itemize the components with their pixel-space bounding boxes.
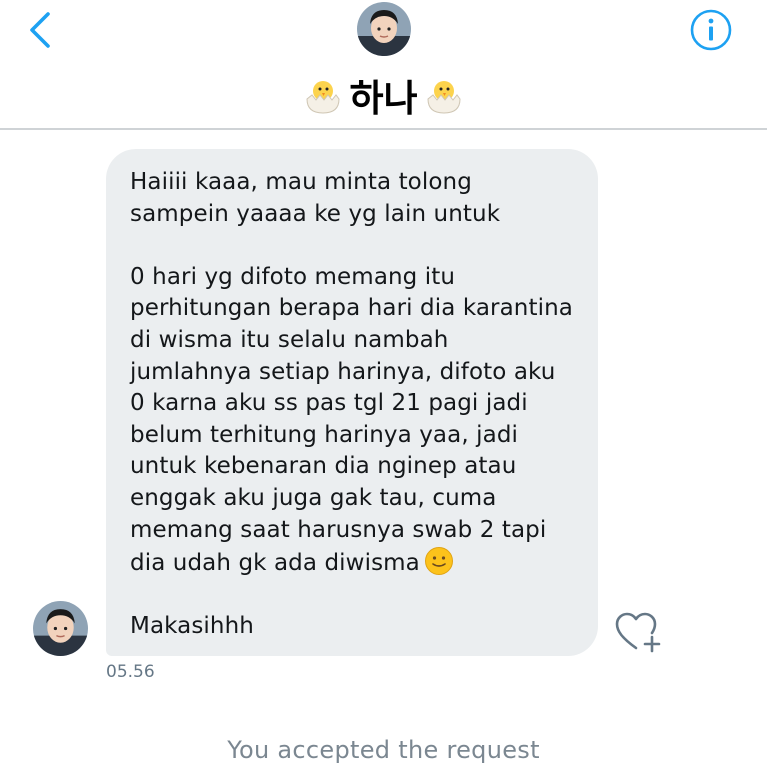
react-button[interactable] — [614, 610, 664, 654]
message-timestamp: 05.56 — [106, 662, 155, 682]
title-text: 하나 — [349, 78, 418, 119]
back-button[interactable] — [22, 8, 62, 52]
hatching-chick-icon — [427, 81, 461, 114]
header-avatar[interactable] — [357, 2, 411, 56]
avatar-image — [33, 601, 88, 656]
hatching-chick-icon — [306, 81, 340, 114]
slightly-smiling-face-icon — [424, 547, 453, 576]
info-icon — [690, 9, 732, 51]
request-status-text: You accepted the request — [227, 736, 540, 764]
avatar-image — [357, 2, 411, 56]
header-divider — [0, 128, 767, 130]
message-text: Haiiii kaaa, mau minta tolong sampein ya… — [130, 167, 574, 643]
message-closing: Makasihhh — [130, 613, 254, 640]
message-bubble[interactable]: Haiiii kaaa, mau minta tolong sampein ya… — [106, 149, 598, 656]
conversation-title[interactable]: 하나 — [0, 68, 767, 122]
heart-plus-icon — [615, 612, 661, 653]
message-body: Haiiii kaaa, mau minta tolong sampein ya… — [130, 169, 573, 577]
dm-conversation-screen: 하나 Haiiii kaaa, mau minta tolong sampein… — [0, 0, 767, 768]
sender-avatar[interactable] — [33, 601, 88, 656]
chevron-left-icon — [30, 12, 50, 48]
info-button[interactable] — [689, 8, 733, 52]
